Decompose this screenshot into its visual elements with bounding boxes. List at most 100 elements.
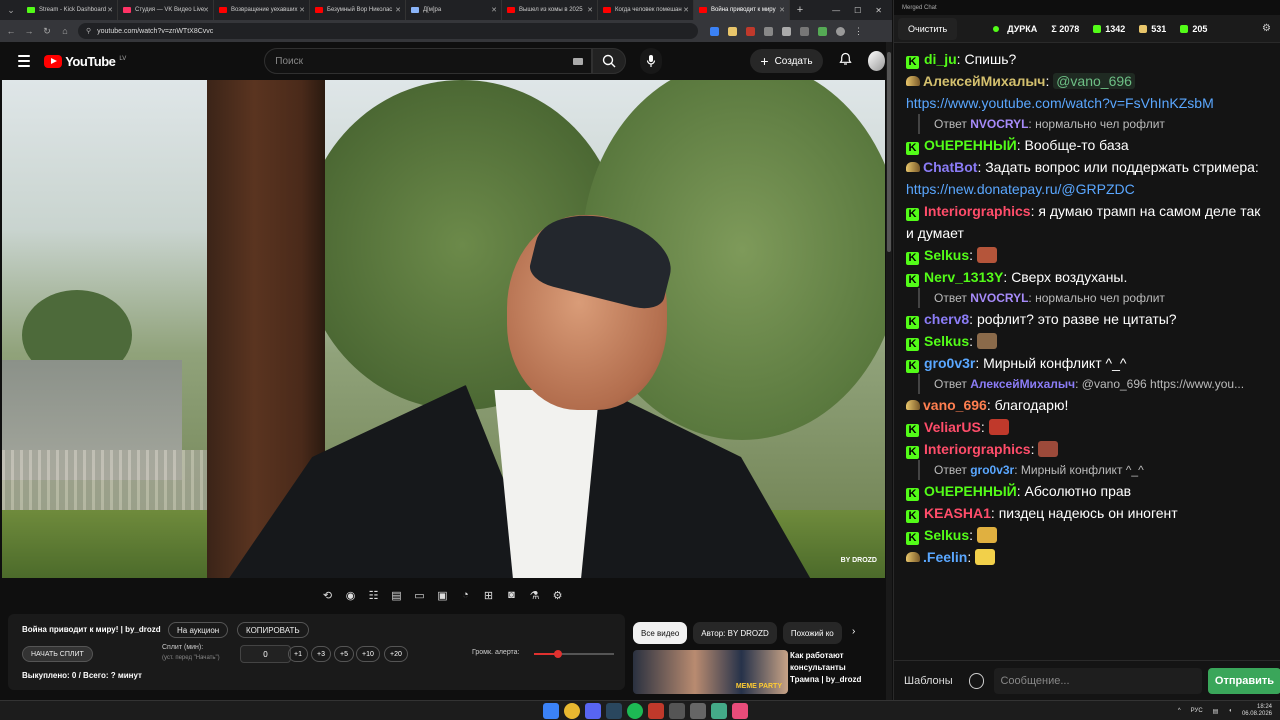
search-button[interactable] — [592, 48, 626, 74]
chevron-up-icon[interactable]: ^ — [1178, 708, 1181, 714]
notifications-button[interactable] — [838, 52, 852, 71]
clock[interactable]: 18:24 06.08.2026 — [1242, 704, 1272, 718]
maximize-icon[interactable]: ☐ — [854, 6, 861, 15]
create-button[interactable]: + Создать — [750, 49, 823, 73]
spotify-icon[interactable] — [627, 703, 643, 719]
settings-gear-icon[interactable]: ⚙ — [1262, 23, 1271, 34]
browser-tab[interactable]: Д[м]ра ✕ — [406, 0, 502, 20]
increment-button[interactable]: +20 — [384, 646, 408, 662]
extension-icon[interactable] — [728, 26, 737, 36]
increment-button[interactable]: +5 — [334, 646, 354, 662]
emoji-icon[interactable] — [968, 672, 985, 689]
templates-button[interactable]: Шаблоны — [904, 675, 953, 687]
chat-link[interactable]: https://www.youtube.com/watch?v=FsVhInKZ… — [906, 95, 1214, 111]
browser-tab[interactable]: Stream - Kick Dashboard ✕ — [22, 0, 118, 20]
chat-username[interactable]: .Feelin — [923, 549, 967, 565]
minimize-icon[interactable]: — — [832, 6, 840, 15]
tab-close-icon[interactable]: ✕ — [491, 6, 497, 14]
chat-username[interactable]: VeliarUS — [924, 419, 981, 435]
chat-username[interactable]: Nerv_1313Y — [924, 269, 1003, 285]
chat-username[interactable]: ОЧЕРЕННЫЙ — [924, 483, 1017, 499]
send-button[interactable]: Отправить — [1207, 667, 1280, 694]
keyboard-icon[interactable] — [573, 58, 584, 65]
reply-username[interactable]: gro0v3r — [970, 463, 1014, 477]
extension-icon[interactable] — [764, 26, 773, 36]
profile-icon[interactable] — [836, 26, 845, 36]
speed-icon[interactable]: ◔ — [456, 586, 475, 605]
voice-search-button[interactable] — [639, 48, 663, 74]
chat-mention[interactable]: @vano_696 — [1053, 73, 1135, 89]
extension-icon[interactable] — [782, 26, 791, 36]
chat-username[interactable]: Interiorgraphics — [924, 441, 1031, 457]
tab-close-icon[interactable]: ✕ — [299, 6, 305, 14]
app-icon[interactable] — [690, 703, 706, 719]
extension-icon[interactable] — [746, 26, 755, 36]
volume-icon[interactable]: ◖ — [1228, 708, 1232, 714]
increment-button[interactable]: +3 — [311, 646, 331, 662]
chip-similar[interactable]: Похожий ко — [782, 622, 842, 644]
input-language[interactable]: РУС — [1191, 708, 1203, 714]
video-player[interactable]: BY DROZD — [2, 80, 885, 578]
chat-username[interactable]: Selkus — [924, 527, 969, 543]
screen-icon[interactable]: ▣ — [433, 586, 452, 605]
camera-icon[interactable]: ◙ — [502, 586, 521, 605]
browser-tab[interactable]: Вышел из комы в 2025 ✕ — [502, 0, 598, 20]
related-thumbnail[interactable]: MEME PARTY — [633, 650, 788, 694]
split-minutes-input[interactable]: 0 — [240, 645, 291, 663]
windows-start-icon[interactable] — [543, 703, 559, 719]
app-icon[interactable] — [732, 703, 748, 719]
chat-username[interactable]: Selkus — [924, 247, 969, 263]
chrome-icon[interactable] — [564, 703, 580, 719]
network-icon[interactable]: ▤ — [1213, 708, 1219, 715]
related-video-title[interactable]: Как работают консультанты Трампа | by_dr… — [790, 650, 870, 686]
broadcast-icon[interactable]: ◉ — [341, 586, 360, 605]
auction-button[interactable]: На аукцион — [168, 622, 229, 638]
clear-chat-button[interactable]: Очистить — [898, 17, 958, 40]
chat-username[interactable]: vano_696 — [923, 397, 987, 413]
tab-close-icon[interactable]: ✕ — [779, 6, 785, 14]
clapper-icon[interactable]: ▤ — [387, 586, 406, 605]
avatar[interactable] — [867, 51, 885, 71]
discord-icon[interactable] — [585, 703, 601, 719]
chat-username[interactable]: Selkus — [924, 333, 969, 349]
browser-tab[interactable]: Война приводит к миру ✕ — [694, 0, 790, 20]
tab-close-icon[interactable]: ✕ — [587, 6, 593, 14]
reply-username[interactable]: NVOCRYL — [970, 291, 1028, 305]
chat-link[interactable]: https://new.donatepay.ru/@GRPZDC — [906, 181, 1135, 197]
start-split-button[interactable]: НАЧАТЬ СПЛИТ — [22, 646, 93, 662]
back-icon[interactable]: ← — [6, 26, 16, 36]
menu-dots-icon[interactable]: ⋮ — [854, 26, 863, 36]
search-input[interactable]: Поиск — [264, 48, 593, 74]
chat-username[interactable]: gro0v3r — [924, 355, 975, 371]
chip-author[interactable]: Автор: BY DROZD — [693, 622, 777, 644]
youtube-logo[interactable]: YouTube LV — [44, 54, 126, 69]
flask-icon[interactable]: ⚗ — [525, 586, 544, 605]
browser-tab[interactable]: Возвращение уехавших ✕ — [214, 0, 310, 20]
scrollbar-thumb[interactable] — [887, 52, 891, 252]
browser-tab[interactable]: Когда человек помешан ✕ — [598, 0, 694, 20]
chip-all-videos[interactable]: Все видео — [633, 622, 688, 644]
gear-icon[interactable]: ⚙ — [548, 586, 567, 605]
message-input[interactable]: Сообщение... — [994, 667, 1202, 694]
chat-username[interactable]: di_ju — [924, 51, 957, 67]
copy-button[interactable]: КОПИРОВАТЬ — [237, 622, 309, 638]
reload-icon[interactable]: ↻ — [42, 26, 52, 37]
download-icon[interactable] — [800, 26, 809, 36]
browser-tab[interactable]: Безумный Вор Николас ✕ — [310, 0, 406, 20]
playlist-icon[interactable]: ☷ — [364, 586, 383, 605]
app-icon[interactable] — [669, 703, 685, 719]
chat-username[interactable]: ОЧЕРЕННЫЙ — [924, 137, 1017, 153]
chat-username[interactable]: ChatBot — [923, 159, 977, 175]
loop-icon[interactable]: ⟲ — [318, 586, 337, 605]
chat-username[interactable]: Interiorgraphics — [924, 203, 1031, 219]
browser-tab[interactable]: Студия — VK Видео Live ✕ — [118, 0, 214, 20]
tab-search-icon[interactable]: ⌄ — [0, 0, 22, 20]
chat-username[interactable]: АлексейМихалыч — [923, 73, 1045, 89]
forward-icon[interactable]: → — [24, 26, 34, 36]
steam-icon[interactable] — [606, 703, 622, 719]
increment-button[interactable]: +1 — [288, 646, 308, 662]
alert-volume-slider[interactable] — [534, 650, 614, 658]
new-tab-button[interactable]: + — [790, 4, 810, 16]
site-info-icon[interactable]: ⚲ — [86, 27, 91, 35]
reply-username[interactable]: АлексейМихалыч — [970, 377, 1075, 391]
